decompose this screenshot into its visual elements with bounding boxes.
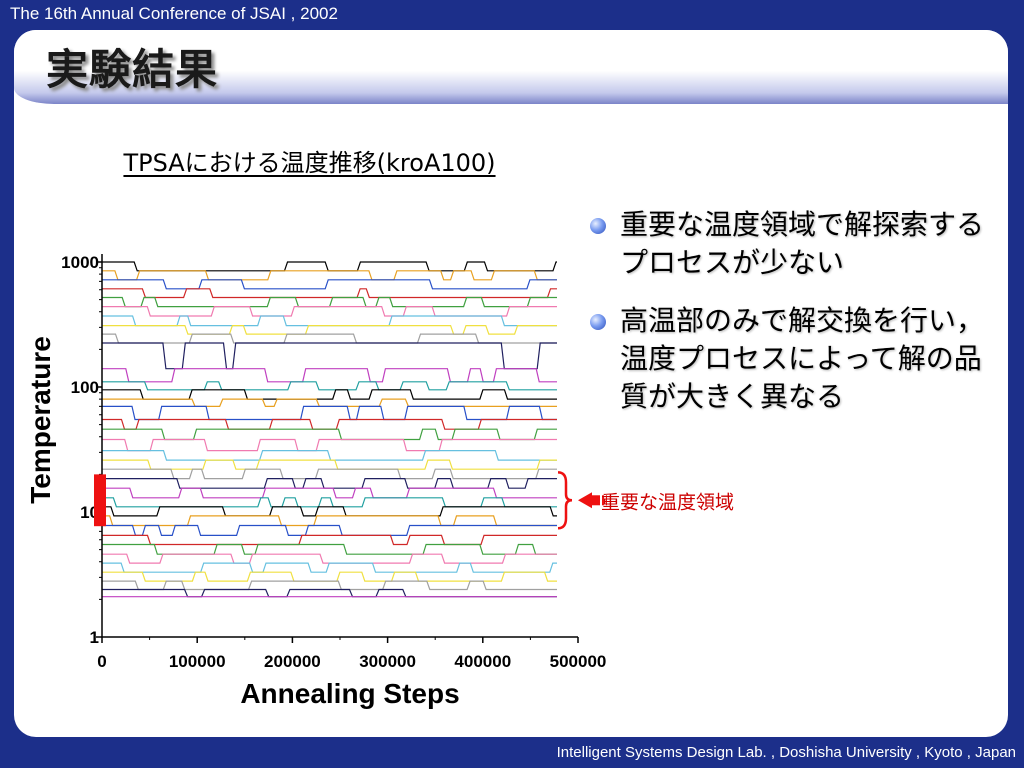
temperature-series-line bbox=[102, 261, 557, 272]
y-axis-label: Temperature bbox=[25, 336, 56, 504]
x-tick-label: 0 bbox=[97, 652, 106, 671]
y-tick-label: 1000 bbox=[61, 253, 99, 272]
footer-lab-credit: Intelligent Systems Design Lab. , Doshis… bbox=[556, 744, 1016, 761]
x-tick-label: 500000 bbox=[550, 652, 607, 671]
temperature-series-line bbox=[102, 325, 557, 335]
temperature-series-line bbox=[102, 506, 557, 517]
temperature-series-line bbox=[102, 428, 557, 441]
temperature-series-line bbox=[102, 405, 557, 421]
y-tick-label: 1 bbox=[90, 628, 99, 647]
temperature-series-line bbox=[102, 524, 557, 536]
x-tick-label: 300000 bbox=[359, 652, 416, 671]
temperature-series-line bbox=[102, 562, 557, 573]
temperature-series-line bbox=[102, 270, 557, 281]
temperature-series-line bbox=[102, 315, 557, 327]
temperature-series-line bbox=[102, 534, 557, 546]
temperature-series-line bbox=[102, 459, 557, 470]
bullet-dot-icon bbox=[590, 218, 606, 234]
temperature-series-line bbox=[102, 515, 557, 527]
temperature-series-line bbox=[102, 389, 557, 400]
temperature-series-line bbox=[102, 580, 557, 591]
temperature-series-line bbox=[102, 553, 557, 564]
temperature-series-line bbox=[102, 342, 557, 370]
temperature-series-line bbox=[102, 497, 557, 508]
temperature-series-line bbox=[102, 487, 557, 499]
temperature-series-line bbox=[102, 368, 557, 383]
highlight-band bbox=[94, 474, 106, 527]
temperature-series-line bbox=[102, 306, 557, 317]
series-lines bbox=[102, 261, 557, 598]
annotation-group: 重要な温度領域 bbox=[94, 471, 734, 530]
bullet-item-2: 高温部のみで解交換を行い，温度プロセスによって解の品質が大きく異なる bbox=[588, 302, 988, 416]
y-tick-label: 100 bbox=[71, 378, 99, 397]
temperature-series-line bbox=[102, 450, 557, 461]
temperature-series-line bbox=[102, 588, 557, 598]
bullet-text-2: 高温部のみで解交換を行い，温度プロセスによって解の品質が大きく異なる bbox=[620, 304, 985, 413]
x-axis-label: Annealing Steps bbox=[240, 678, 459, 709]
bullet-item-1: 重要な温度領域で解探索するプロセスが少ない bbox=[588, 206, 988, 282]
annotation-text: 重要な温度領域 bbox=[601, 491, 734, 513]
bullet-text-1: 重要な温度領域で解探索するプロセスが少ない bbox=[620, 208, 985, 279]
temperature-series-line bbox=[102, 468, 557, 480]
arrow-head bbox=[578, 492, 592, 509]
brace bbox=[557, 471, 573, 530]
temperature-series-line bbox=[102, 398, 557, 407]
arrow-shaft bbox=[592, 495, 600, 506]
temperature-series-line bbox=[102, 478, 557, 489]
temperature-series-line bbox=[102, 288, 557, 299]
bullet-list: 重要な温度領域で解探索するプロセスが少ない 高温部のみで解交換を行い，温度プロセ… bbox=[588, 206, 988, 436]
x-tick-label: 400000 bbox=[454, 652, 511, 671]
temperature-series-line bbox=[102, 381, 557, 391]
x-tick-label: 100000 bbox=[169, 652, 226, 671]
x-tick-label: 200000 bbox=[264, 652, 321, 671]
temperature-series-line bbox=[102, 418, 557, 430]
temperature-series-line bbox=[102, 571, 557, 582]
temperature-series-line bbox=[102, 296, 557, 308]
temperature-series-line bbox=[102, 333, 557, 344]
axes: 0 100000 200000 300000 400000 500000110100100… bbox=[25, 253, 606, 709]
temperature-series-line bbox=[102, 543, 557, 555]
temperature-series-line bbox=[102, 279, 557, 290]
bullet-dot-icon bbox=[590, 314, 606, 330]
temperature-series-line bbox=[102, 438, 557, 452]
